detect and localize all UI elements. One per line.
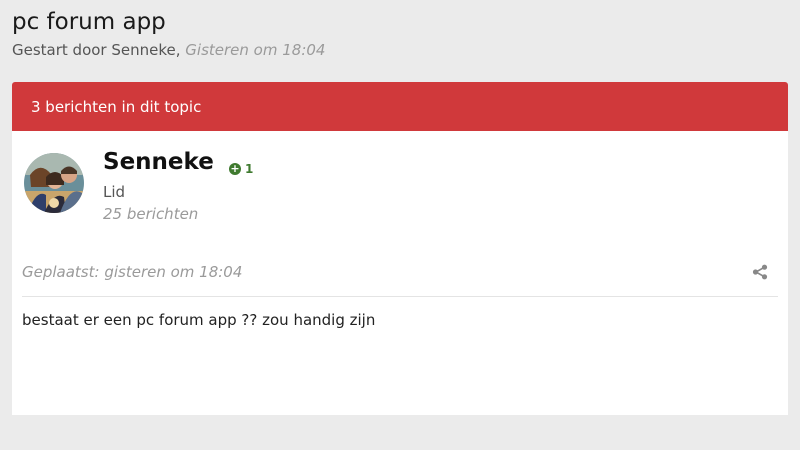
reputation-count: 1 bbox=[245, 162, 254, 176]
posts-count-bar: 3 berichten in dit topic bbox=[12, 82, 788, 131]
author-name[interactable]: Senneke bbox=[103, 149, 214, 175]
post-date: Geplaatst: gisteren om 18:04 bbox=[22, 263, 243, 281]
started-date: Gisteren om 18:04 bbox=[185, 41, 326, 59]
post-body: bestaat er een pc forum app ?? zou handi… bbox=[22, 311, 376, 329]
share-icon[interactable] bbox=[752, 264, 768, 280]
plus-circle-icon: + bbox=[229, 162, 241, 175]
post-divider bbox=[22, 296, 778, 297]
started-by-text: Gestart door Senneke, bbox=[12, 41, 181, 59]
reputation-badge: + 1 bbox=[229, 162, 253, 176]
avatar-photo bbox=[24, 153, 84, 213]
topic-title: pc forum app bbox=[12, 9, 166, 35]
author-post-count: 25 berichten bbox=[103, 205, 199, 223]
posts-count-label: 3 berichten in dit topic bbox=[31, 97, 202, 116]
topic-meta: Gestart door Senneke, Gisteren om 18:04 bbox=[12, 41, 325, 59]
post-card: Senneke + 1 Lid 25 berichten Geplaatst: … bbox=[12, 131, 788, 415]
avatar[interactable] bbox=[24, 153, 84, 213]
author-role: Lid bbox=[103, 183, 126, 201]
